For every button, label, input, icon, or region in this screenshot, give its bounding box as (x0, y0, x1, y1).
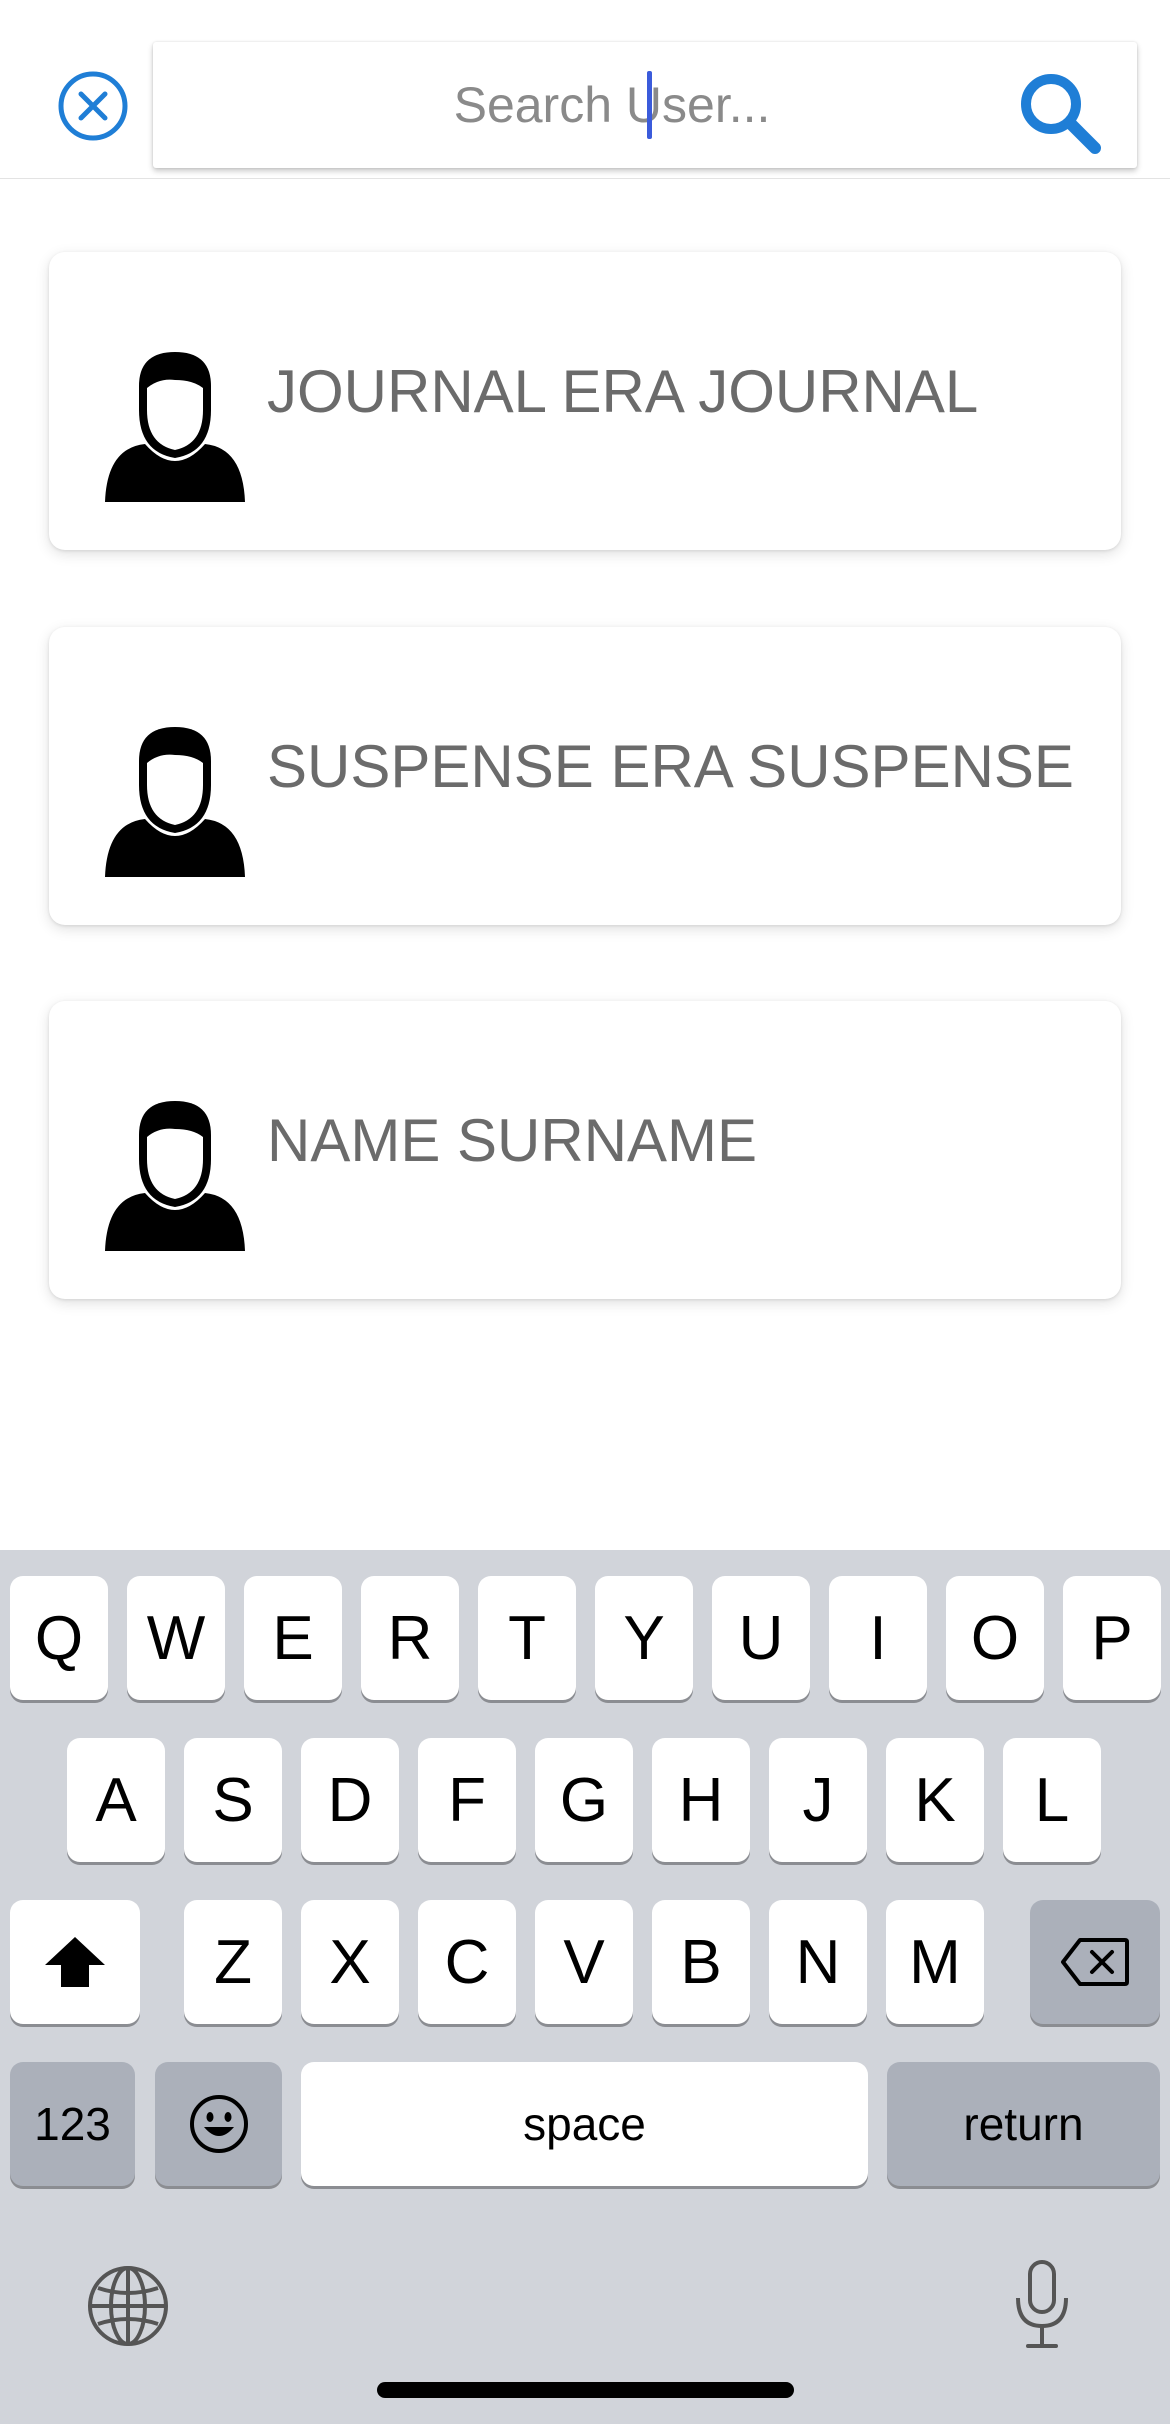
user-avatar-icon (105, 348, 245, 502)
search-button[interactable] (1013, 66, 1105, 158)
user-avatar-icon (105, 723, 245, 877)
shift-icon (45, 1937, 105, 1987)
globe-icon (88, 2266, 168, 2346)
user-result-card[interactable]: SUSPENSE ERA SUSPENSE (49, 627, 1121, 925)
user-name: NAME SURNAME (267, 1107, 758, 1174)
numbers-key[interactable]: 123 (10, 2062, 135, 2186)
key-q[interactable]: Q (10, 1576, 108, 1700)
key-v[interactable]: V (535, 1900, 633, 2024)
text-caret (647, 71, 652, 139)
key-m[interactable]: M (886, 1900, 984, 2024)
home-indicator[interactable] (377, 2382, 794, 2398)
user-result-card[interactable]: JOURNAL ERA JOURNAL (49, 252, 1121, 550)
key-e[interactable]: E (244, 1576, 342, 1700)
shift-key[interactable] (10, 1900, 140, 2024)
key-d[interactable]: D (301, 1738, 399, 1862)
close-search-button[interactable] (57, 70, 129, 142)
dictation-button[interactable] (1010, 2258, 1074, 2352)
user-name: SUSPENSE ERA SUSPENSE (267, 733, 1074, 800)
key-h[interactable]: H (652, 1738, 750, 1862)
key-y[interactable]: Y (595, 1576, 693, 1700)
user-avatar-icon (105, 1097, 245, 1251)
space-key[interactable]: space (301, 2062, 868, 2186)
globe-button[interactable] (84, 2262, 172, 2350)
key-f[interactable]: F (418, 1738, 516, 1862)
emoji-icon (189, 2095, 248, 2153)
key-n[interactable]: N (769, 1900, 867, 2024)
search-input[interactable] (153, 42, 1013, 168)
key-t[interactable]: T (478, 1576, 576, 1700)
key-o[interactable]: O (946, 1576, 1044, 1700)
search-box (153, 42, 1137, 168)
key-i[interactable]: I (829, 1576, 927, 1700)
key-r[interactable]: R (361, 1576, 459, 1700)
microphone-icon (1016, 2260, 1068, 2348)
key-z[interactable]: Z (184, 1900, 282, 2024)
emoji-key[interactable] (155, 2062, 282, 2186)
key-w[interactable]: W (127, 1576, 225, 1700)
key-k[interactable]: K (886, 1738, 984, 1862)
key-b[interactable]: B (652, 1900, 750, 2024)
search-icon (1021, 74, 1101, 154)
backspace-icon (1061, 1938, 1129, 1986)
search-header (0, 0, 1170, 179)
key-j[interactable]: J (769, 1738, 867, 1862)
keyboard: Q W E R T Y U I O P A S D F G H J K L Z … (0, 1550, 1170, 2424)
key-u[interactable]: U (712, 1576, 810, 1700)
key-x[interactable]: X (301, 1900, 399, 2024)
key-s[interactable]: S (184, 1738, 282, 1862)
key-l[interactable]: L (1003, 1738, 1101, 1862)
key-g[interactable]: G (535, 1738, 633, 1862)
key-a[interactable]: A (67, 1738, 165, 1862)
key-p[interactable]: P (1063, 1576, 1161, 1700)
backspace-key[interactable] (1030, 1900, 1160, 2024)
return-key[interactable]: return (887, 2062, 1160, 2186)
key-c[interactable]: C (418, 1900, 516, 2024)
close-circle-icon (58, 71, 128, 141)
user-name: JOURNAL ERA JOURNAL (267, 358, 979, 425)
user-result-card[interactable]: NAME SURNAME (49, 1001, 1121, 1299)
